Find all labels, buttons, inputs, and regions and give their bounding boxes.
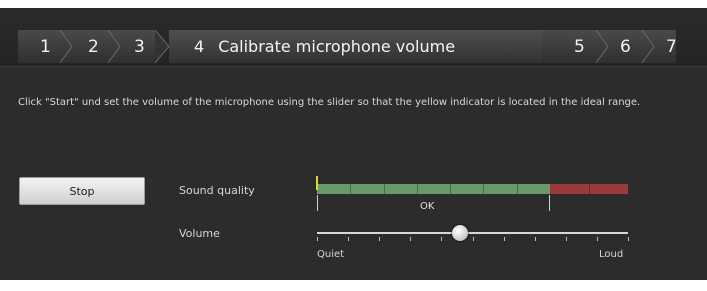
stop-button[interactable]: Stop <box>19 177 145 205</box>
meter-segment-divider <box>417 184 418 194</box>
step-6[interactable]: 6 <box>620 30 631 63</box>
step-breadcrumb: 1 2 3 4 Calibrate microphone volume 5 6 … <box>18 30 677 63</box>
meter-segment-divider <box>517 184 518 194</box>
volume-slider-tick <box>535 237 536 241</box>
volume-slider-tick <box>317 237 318 241</box>
meter-segment-divider <box>384 184 385 194</box>
meter-segment-divider <box>350 184 351 194</box>
ideal-range-start-marker <box>317 195 318 211</box>
sound-quality-meter <box>317 184 628 194</box>
meter-segment-divider <box>589 184 590 194</box>
volume-slider-thumb[interactable] <box>452 225 468 241</box>
active-step-title: Calibrate microphone volume <box>218 37 456 56</box>
chevron-right-icon <box>155 30 169 63</box>
bottom-border <box>0 280 707 291</box>
volume-slider-track[interactable] <box>317 232 628 234</box>
chevron-right-icon <box>59 30 73 63</box>
meter-segment-divider <box>450 184 451 194</box>
chevron-right-icon <box>641 30 655 63</box>
level-indicator <box>316 176 318 190</box>
instruction-text: Click "Start" und set the volume of the … <box>18 97 641 108</box>
step-2[interactable]: 2 <box>88 30 99 63</box>
volume-slider-tick <box>597 237 598 241</box>
top-border <box>0 0 707 8</box>
chevron-right-icon <box>107 30 121 63</box>
volume-slider-tick <box>504 237 505 241</box>
active-step-number: 4 <box>194 37 205 56</box>
volume-label: Volume <box>179 227 220 240</box>
active-step-label: 4 Calibrate microphone volume <box>194 30 455 63</box>
upcoming-steps: 5 6 7 <box>542 30 677 63</box>
volume-max-label: Loud <box>599 249 624 260</box>
completed-steps: 1 2 3 <box>18 30 155 63</box>
wizard-header: 1 2 3 4 Calibrate microphone volume 5 6 … <box>0 8 707 66</box>
meter-ideal-zone <box>317 184 550 194</box>
volume-slider-tick <box>628 237 629 241</box>
volume-min-label: Quiet <box>317 249 345 260</box>
meter-segment-divider <box>483 184 484 194</box>
chevron-right-icon <box>595 30 609 63</box>
step-1[interactable]: 1 <box>40 30 51 63</box>
header-divider <box>0 66 707 67</box>
volume-slider-tick <box>379 237 380 241</box>
volume-slider-tick <box>566 237 567 241</box>
active-step: 4 Calibrate microphone volume <box>169 30 557 63</box>
volume-slider-tick <box>441 237 442 241</box>
sound-quality-label: Sound quality <box>179 184 255 197</box>
volume-slider-tick <box>348 237 349 241</box>
step-3[interactable]: 3 <box>134 30 145 63</box>
ideal-range-label: OK <box>420 201 435 212</box>
step-5[interactable]: 5 <box>574 30 585 63</box>
volume-slider-tick <box>473 237 474 241</box>
step-7[interactable]: 7 <box>666 30 677 63</box>
volume-slider-tick <box>410 237 411 241</box>
ideal-range-end-marker <box>549 195 550 211</box>
